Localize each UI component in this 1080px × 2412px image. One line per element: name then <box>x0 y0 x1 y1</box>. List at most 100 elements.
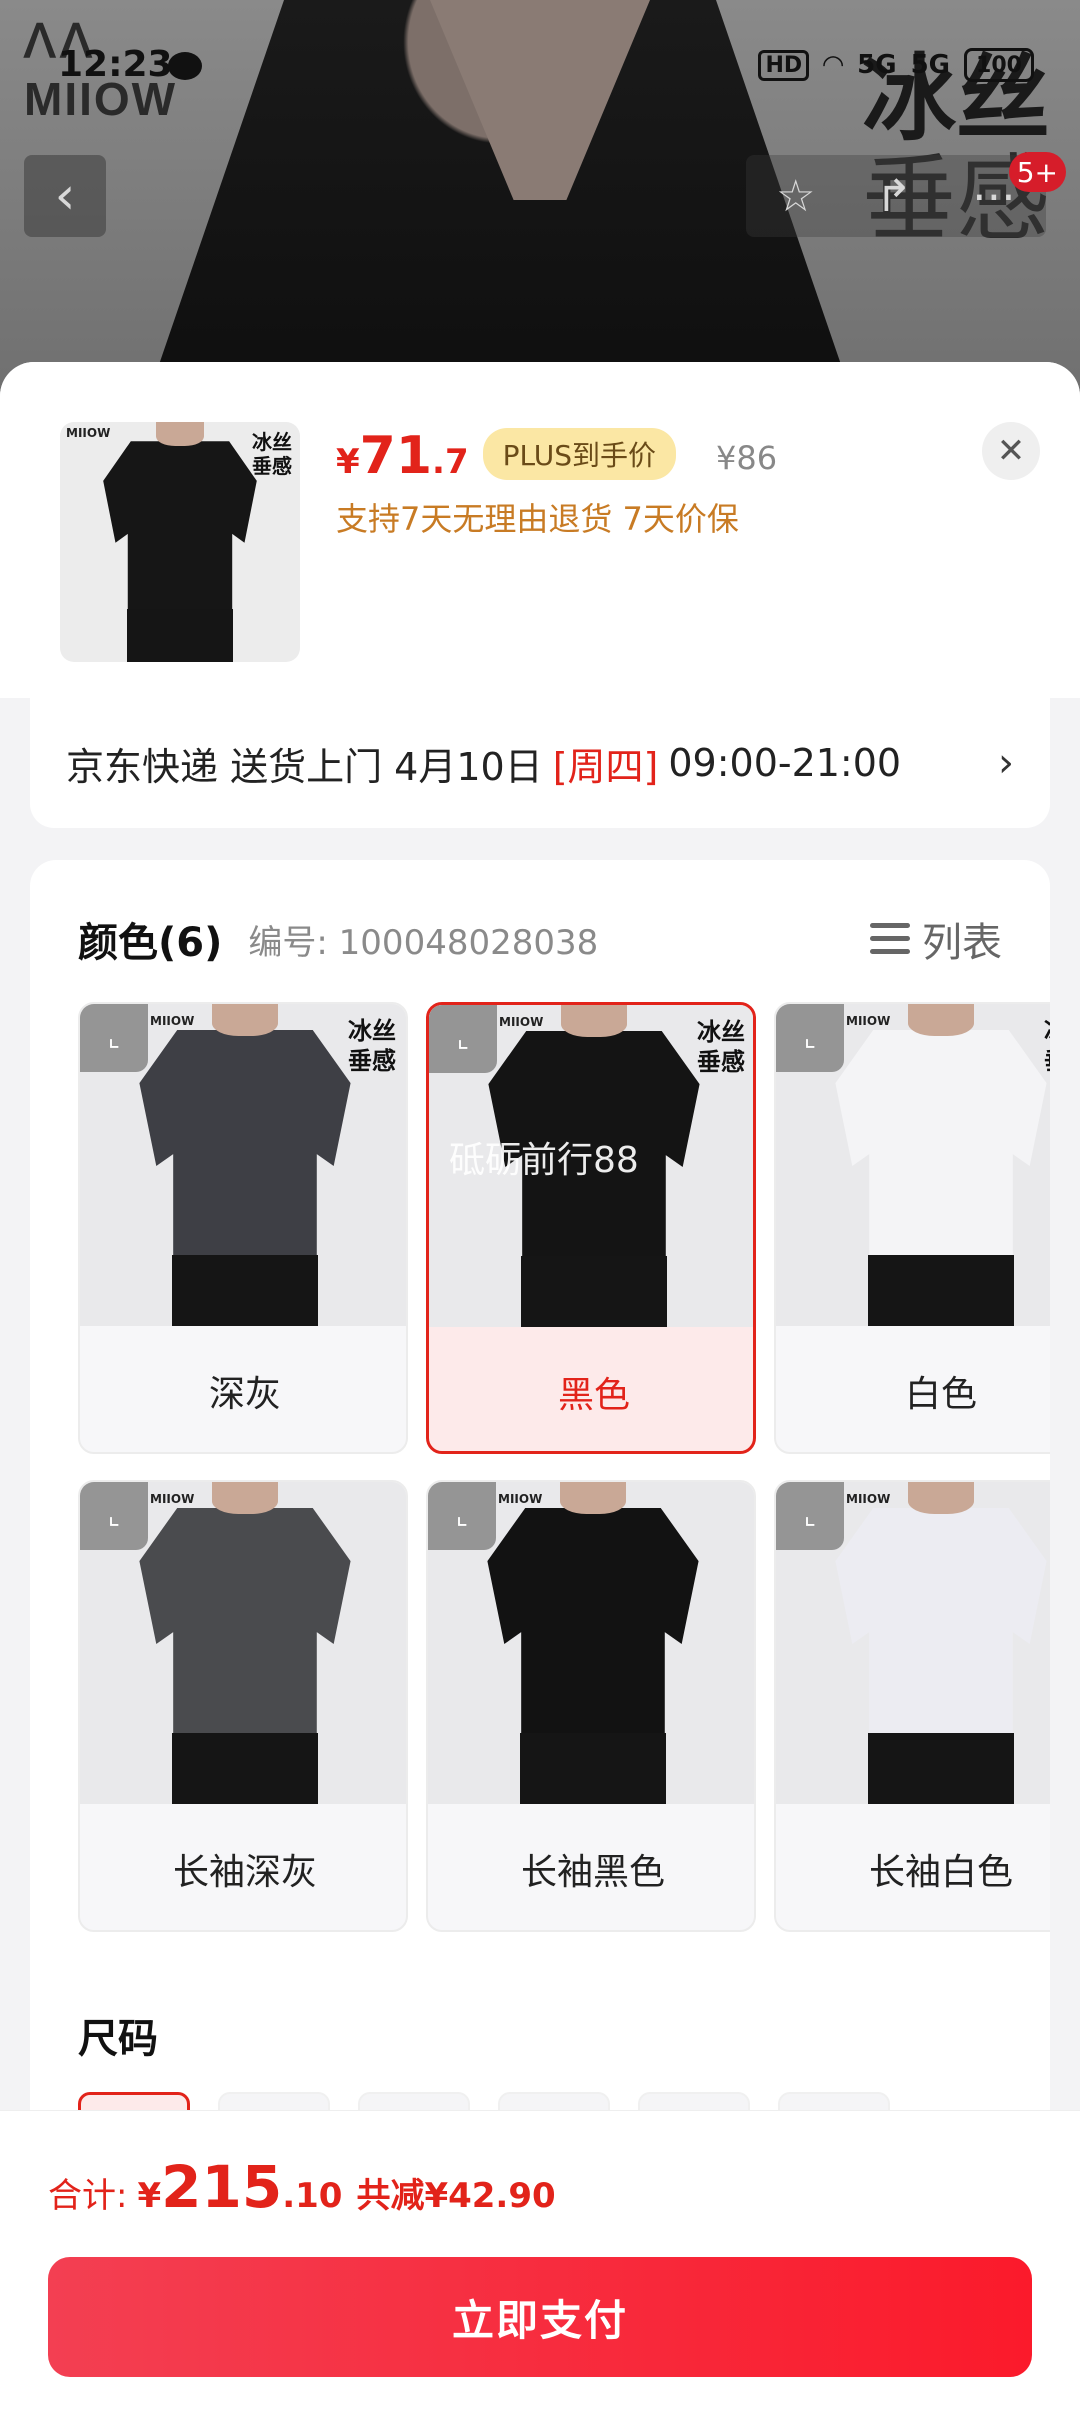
swatch-promo-1: 冰丝 <box>1044 1016 1050 1046</box>
close-button[interactable]: ✕ <box>982 422 1040 480</box>
selected-product-thumbnail[interactable]: MIIOW 冰丝 垂感 <box>60 422 300 662</box>
close-icon: ✕ <box>996 431 1026 471</box>
signal-5g-2: 5G <box>910 50 950 80</box>
signal-5g-1: 5G <box>857 50 897 80</box>
total-decimal: .10 <box>282 2176 343 2216</box>
swatch-pants <box>520 1733 666 1804</box>
screen: ᐱ ᐱ MIIOW 冰丝 垂感 12:23 HD ◠ 5G 5G 100 ‹ ☆… <box>0 0 1080 2412</box>
delivery-row[interactable]: 京东快递 送货上门 4月10日 [周四] 09:00-21:00 › <box>30 698 1050 828</box>
zoom-icon[interactable]: ⌞ <box>80 1004 148 1072</box>
color-swatch[interactable]: MIIOW ⌞ 长袖深灰 <box>78 1480 408 1932</box>
zoom-icon[interactable]: ⌞ <box>776 1482 844 1550</box>
sku-header: MIIOW 冰丝 垂感 ¥ 71 .7 PLUS到手价 ¥86 支持7天无理由退… <box>0 362 1080 698</box>
thumbnail-promo: 冰丝 垂感 <box>252 430 292 478</box>
checkout-bar: 合计: ¥ 215 .10 共减¥42.90 立即支付 <box>0 2110 1080 2412</box>
zoom-icon[interactable]: ⌞ <box>429 1005 497 1073</box>
swatch-label: 长袖黑色 <box>520 1852 665 1893</box>
zoom-icon[interactable]: ⌞ <box>80 1482 148 1550</box>
list-view-toggle[interactable]: 列表 <box>870 910 1002 968</box>
cart-count-badge: 5+ <box>1008 152 1066 192</box>
total-discount: 共减¥42.90 <box>356 2176 556 2216</box>
chevron-right-icon: › <box>998 740 1014 786</box>
zoom-icon[interactable]: ⌞ <box>776 1004 844 1072</box>
swatch-model-face <box>212 1482 278 1515</box>
color-swatch[interactable]: MIIOW ⌞ 冰丝 垂感 深灰 <box>78 1002 408 1454</box>
color-section-header: 颜色(6) 编号: 100048028038 列表 <box>78 914 1002 966</box>
swatch-model-face <box>560 1482 626 1515</box>
swatch-promo-1: 冰丝 <box>348 1017 396 1045</box>
thumbnail-logo: MIIOW <box>66 426 111 440</box>
swatch-promo: 冰丝垂感 <box>1044 1016 1050 1076</box>
swatch-model-face <box>908 1482 974 1515</box>
swatch-logo: MIIOW <box>846 1014 891 1028</box>
battery-level: 100 <box>976 52 1022 78</box>
spec-card: 颜色(6) 编号: 100048028038 列表 MIIOW ⌞ 冰丝 垂感 深灰 MI… <box>30 860 1050 2160</box>
pay-now-button[interactable]: 立即支付 <box>48 2257 1032 2377</box>
total-label: 合计: <box>48 2176 128 2216</box>
swatch-photo: MIIOW ⌞ 冰丝 垂感砥砺前行88 <box>429 1005 753 1327</box>
swatch-logo: MIIOW <box>498 1492 543 1506</box>
color-swatch[interactable]: MIIOW⌞ 冰丝垂感白色 <box>774 1002 1050 1454</box>
list-view-label: 列表 <box>922 920 1002 966</box>
top-actions: ☆ ↱ ⋯ <box>746 155 1046 237</box>
status-time: 12:23 <box>58 44 173 85</box>
total-price: 合计: ¥ 215 .10 共减¥42.90 <box>48 2153 556 2221</box>
product-code: 编号: 100048028038 <box>248 922 599 963</box>
swatch-pants <box>868 1255 1014 1326</box>
swatch-promo-1: 冰丝 <box>697 1018 745 1046</box>
swatch-promo: 冰丝垂感 <box>697 1017 745 1077</box>
hd-icon: HD <box>758 49 810 81</box>
share-icon[interactable]: ↱ <box>875 171 912 222</box>
size-section-title: 尺码 <box>78 2016 158 2062</box>
thumbnail-model-face <box>156 422 204 446</box>
delivery-weekday: [周四] <box>552 744 659 789</box>
swatch-pants <box>868 1733 1014 1804</box>
swatch-pants <box>521 1256 667 1327</box>
swatch-photo: MIIOW ⌞ <box>80 1482 406 1804</box>
color-swatch[interactable]: MIIOW ⌞ 冰丝 垂感砥砺前行88 黑色 <box>426 1002 756 1454</box>
back-button[interactable]: ‹ <box>24 155 106 237</box>
price-line: ¥ 71 .7 PLUS到手价 ¥86 <box>336 426 777 488</box>
swatch-photo: MIIOW⌞ 冰丝垂感 <box>80 1004 406 1326</box>
return-guarantee-text: 支持7天无理由退货 7天价保 <box>336 500 739 538</box>
color-section-title: 颜色(6) <box>78 920 223 966</box>
list-icon <box>870 921 910 957</box>
swatch-label: 白色 <box>904 1374 977 1415</box>
swatch-model-face <box>212 1004 278 1037</box>
watermark-text: 砥砺前行88 <box>449 1140 639 1181</box>
plus-price-tag: PLUS到手价 <box>482 428 676 480</box>
swatch-logo: MIIOW <box>846 1492 891 1506</box>
thumbnail-pants <box>127 609 233 662</box>
thumbnail-promo-2: 垂感 <box>252 454 292 478</box>
swatch-promo-2: 垂感 <box>348 1047 396 1075</box>
wechat-notification-icon <box>168 52 202 80</box>
swatch-promo: 冰丝垂感 <box>348 1016 396 1076</box>
swatch-model-face <box>561 1005 627 1038</box>
chevron-left-icon: ‹ <box>54 166 76 226</box>
price-decimal: .7 <box>432 442 469 482</box>
status-bar: 12:23 HD ◠ 5G 5G 100 <box>0 0 1080 140</box>
color-swatch[interactable]: MIIOW ⌞ 长袖白色 <box>774 1480 1050 1932</box>
original-price: ¥86 <box>715 439 778 477</box>
swatch-pants <box>172 1733 318 1804</box>
favorite-star-icon[interactable]: ☆ <box>776 171 815 222</box>
swatch-photo: MIIOW⌞ 冰丝垂感 <box>776 1004 1050 1326</box>
swatch-model-face <box>908 1004 974 1037</box>
swatch-label: 深灰 <box>208 1374 281 1415</box>
color-swatch[interactable]: MIIOW ⌞ 长袖黑色 <box>426 1480 756 1932</box>
total-currency: ¥ <box>137 2176 162 2216</box>
sku-selector-sheet: MIIOW 冰丝 垂感 ¥ 71 .7 PLUS到手价 ¥86 支持7天无理由退… <box>0 362 1080 2412</box>
total-integer: 215 <box>161 2153 283 2221</box>
price-currency: ¥ <box>336 442 360 482</box>
swatch-label: 长袖深灰 <box>172 1852 317 1893</box>
zoom-icon[interactable]: ⌞ <box>428 1482 496 1550</box>
swatch-logo: MIIOW <box>499 1015 544 1029</box>
battery-icon: 100 <box>964 48 1034 82</box>
swatch-promo-2: 垂感 <box>697 1048 745 1076</box>
swatch-photo: MIIOW ⌞ <box>776 1482 1050 1804</box>
swatch-label: 黑色 <box>557 1375 630 1416</box>
price-integer: 71 <box>359 426 433 486</box>
swatch-promo-2: 垂感 <box>1044 1046 1050 1076</box>
swatch-logo: MIIOW <box>150 1492 195 1506</box>
status-indicators: HD ◠ 5G 5G 100 <box>758 48 1034 82</box>
